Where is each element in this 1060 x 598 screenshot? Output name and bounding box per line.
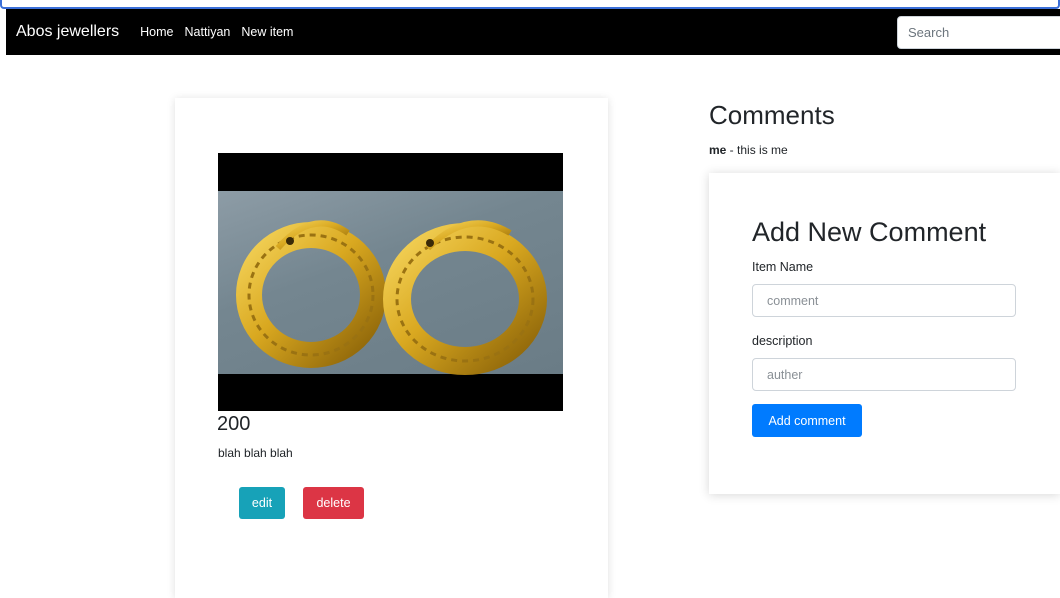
description-label: description bbox=[752, 334, 813, 348]
item-photo bbox=[218, 153, 563, 411]
add-comment-card: Add New Comment Item Name description Ad… bbox=[709, 173, 1060, 494]
comments-title: Comments bbox=[709, 100, 835, 130]
item-price: 200 bbox=[217, 413, 251, 435]
comment-author: me bbox=[709, 143, 727, 157]
comment-separator: - bbox=[726, 143, 738, 157]
browser-top-border bbox=[0, 0, 1060, 9]
delete-button[interactable]: delete bbox=[303, 487, 364, 519]
search-input[interactable] bbox=[897, 16, 1060, 49]
add-comment-title: Add New Comment bbox=[752, 217, 987, 247]
nav-link-home[interactable]: Home bbox=[140, 25, 173, 39]
comment-item: me - this is me bbox=[709, 143, 788, 157]
nav-link-nattiyan[interactable]: Nattiyan bbox=[185, 25, 231, 39]
nav-link-new-item[interactable]: New item bbox=[241, 25, 293, 39]
comment-input[interactable] bbox=[752, 284, 1016, 317]
edit-button[interactable]: edit bbox=[239, 487, 285, 519]
item-card: 200 blah blah blah edit delete bbox=[175, 98, 608, 598]
nav-links: Home Nattiyan New item bbox=[140, 25, 304, 39]
brand-link[interactable]: Abos jewellers bbox=[16, 23, 119, 41]
navbar: Abos jewellers Home Nattiyan New item bbox=[6, 9, 1060, 55]
author-input[interactable] bbox=[752, 358, 1016, 391]
item-name-label: Item Name bbox=[752, 260, 814, 274]
earrings-icon bbox=[236, 220, 547, 375]
comment-text: this is me bbox=[737, 143, 788, 157]
item-description: blah blah blah bbox=[218, 446, 293, 460]
add-comment-button[interactable]: Add comment bbox=[752, 404, 862, 437]
